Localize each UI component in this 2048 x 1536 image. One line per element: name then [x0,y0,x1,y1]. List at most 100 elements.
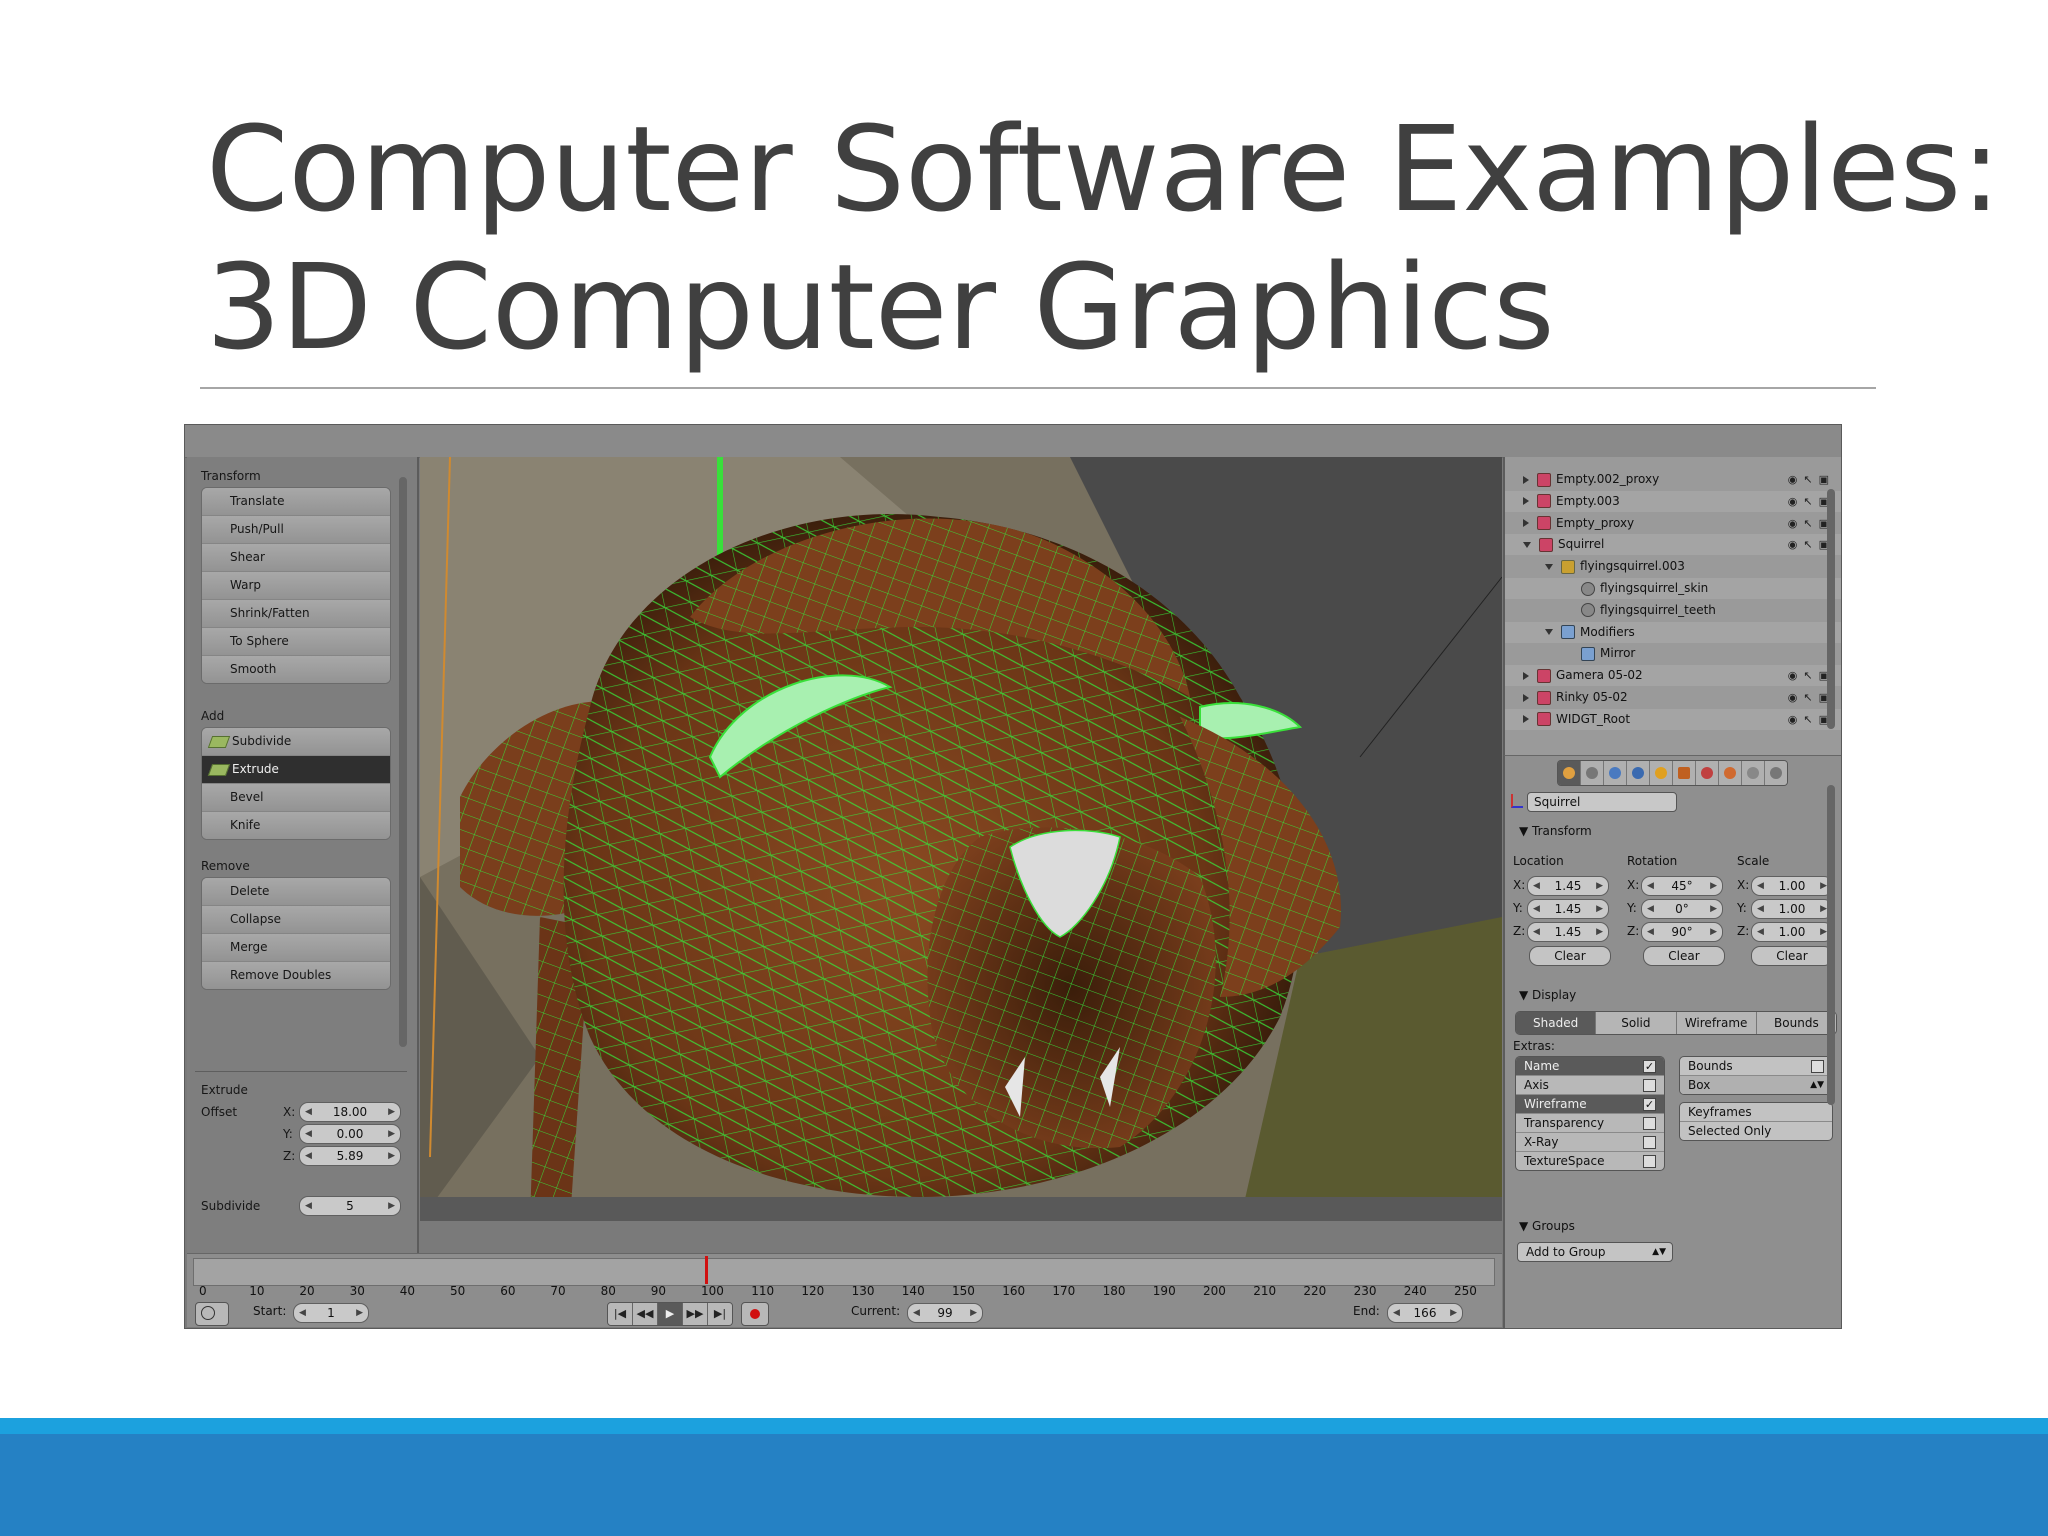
outliner-row[interactable]: Modifiers [1505,621,1841,643]
extras-option[interactable]: Wireframe ✓ [1516,1095,1664,1114]
selected-only-toggle[interactable]: Selected Only [1680,1122,1832,1140]
expand-right-icon[interactable] [1523,671,1529,680]
push-pull-button[interactable]: Push/Pull [202,516,390,544]
bevel-button[interactable]: Bevel [202,784,390,812]
tab-constraints[interactable] [1581,761,1604,785]
tab-data[interactable] [1627,761,1650,785]
outliner-row[interactable]: WIDGT_Root ◉↖▣ [1505,708,1841,730]
offset-y-field[interactable]: ◀ 0.00 ▶ [299,1124,401,1144]
play-button[interactable]: ▶ [658,1303,683,1325]
groups-panel-header[interactable]: ▼ Groups [1519,1219,1575,1233]
checkbox-unchecked[interactable] [1643,1117,1656,1130]
subdivide-count-field[interactable]: ◀ 5 ▶ [299,1196,401,1216]
checkbox-checked[interactable]: ✓ [1643,1098,1656,1111]
expand-down-icon[interactable] [1545,629,1553,636]
extrude-button[interactable]: Extrude [202,756,390,784]
display-wireframe-option[interactable]: Wireframe [1676,1012,1757,1034]
bounds-type-select[interactable]: Box ▲▼ [1680,1076,1832,1094]
offset-x-field[interactable]: ◀ 18.00 ▶ [299,1102,401,1122]
properties-scrollbar[interactable] [1827,785,1835,1105]
bounds-checkbox[interactable] [1811,1060,1824,1073]
display-panel-header[interactable]: ▼ Display [1519,988,1576,1002]
add-to-group-button[interactable]: Add to Group ▲▼ [1517,1242,1673,1262]
display-shaded-option[interactable]: Shaded [1516,1012,1597,1034]
outliner-row[interactable]: Rinky 05-02 ◉↖▣ [1505,687,1841,708]
tab-texture[interactable] [1673,761,1696,785]
tab-modifiers[interactable] [1604,761,1627,785]
record-button[interactable] [741,1302,769,1326]
extras-option[interactable]: Name ✓ [1516,1057,1664,1076]
outliner-row[interactable]: Empty_proxy ◉↖▣ [1505,513,1841,534]
timeline-track[interactable] [193,1258,1495,1286]
expand-right-icon[interactable] [1523,519,1529,528]
visibility-icons[interactable]: ◉↖▣ [1788,469,1835,490]
tool-shelf-scrollbar[interactable] [399,477,407,1047]
location-x-field[interactable]: ◀ 1.45 ▶ [1527,876,1609,896]
jump-start-button[interactable]: |◀ [608,1303,633,1325]
outliner-row[interactable]: Mirror [1505,643,1841,664]
delete-button[interactable]: Delete [202,878,390,906]
checkbox-unchecked[interactable] [1643,1155,1656,1168]
outliner-row[interactable]: flyingsquirrel_skin [1505,578,1841,599]
outliner-row[interactable]: flyingsquirrel.003 [1505,556,1841,577]
end-frame-field[interactable]: ◀ 166 ▶ [1387,1303,1463,1323]
rotation-y-field[interactable]: ◀ 0° ▶ [1641,899,1723,919]
translate-button[interactable]: Translate [202,488,390,516]
remove-doubles-button[interactable]: Remove Doubles [202,962,390,989]
display-bounds-option[interactable]: Bounds [1756,1012,1836,1034]
tab-scene[interactable] [1742,761,1765,785]
shear-button[interactable]: Shear [202,544,390,572]
current-frame-field[interactable]: ◀ 99 ▶ [907,1303,983,1323]
outliner-row[interactable]: flyingsquirrel_teeth [1505,600,1841,621]
3d-viewport[interactable] [420,457,1502,1221]
scale-z-field[interactable]: ◀ 1.00 ▶ [1751,922,1833,942]
outliner-row[interactable]: Empty.003 ◉↖▣ [1505,490,1841,512]
timeline-view-menu[interactable] [195,1302,229,1326]
warp-button[interactable]: Warp [202,572,390,600]
tab-particles[interactable] [1696,761,1719,785]
transform-panel-header[interactable]: ▼ Transform [1519,824,1592,838]
rotation-z-field[interactable]: ◀ 90° ▶ [1641,922,1723,942]
fast-forward-button[interactable]: ▶▶ [683,1303,708,1325]
object-name-field[interactable]: Squirrel [1527,792,1677,812]
keyframes-toggle[interactable]: Keyframes [1680,1103,1832,1122]
scale-x-field[interactable]: ◀ 1.00 ▶ [1751,876,1833,896]
subdivide-button[interactable]: Subdivide [202,728,390,756]
expand-down-icon[interactable] [1523,541,1531,548]
expand-right-icon[interactable] [1523,715,1529,724]
smooth-button[interactable]: Smooth [202,656,390,683]
start-frame-field[interactable]: ◀ 1 ▶ [293,1303,369,1323]
expand-down-icon[interactable] [1545,563,1553,570]
clear-location-button[interactable]: Clear [1529,946,1611,966]
scale-y-field[interactable]: ◀ 1.00 ▶ [1751,899,1833,919]
extras-option[interactable]: Transparency [1516,1114,1664,1133]
location-z-field[interactable]: ◀ 1.45 ▶ [1527,922,1609,942]
expand-right-icon[interactable] [1523,693,1529,702]
location-y-field[interactable]: ◀ 1.45 ▶ [1527,899,1609,919]
extras-option[interactable]: X-Ray [1516,1133,1664,1152]
rotation-x-field[interactable]: ◀ 45° ▶ [1641,876,1723,896]
shrink-fatten-button[interactable]: Shrink/Fatten [202,600,390,628]
to-sphere-button[interactable]: To Sphere [202,628,390,656]
checkbox-checked[interactable]: ✓ [1643,1060,1656,1073]
expand-right-icon[interactable] [1523,497,1529,506]
collapse-button[interactable]: Collapse [202,906,390,934]
outliner-row[interactable]: Gamera 05-02 ◉↖▣ [1505,665,1841,687]
outliner-row[interactable]: Empty.002_proxy ◉↖▣ [1505,469,1841,490]
checkbox-unchecked[interactable] [1643,1136,1656,1149]
tab-physics[interactable] [1719,761,1742,785]
clear-scale-button[interactable]: Clear [1751,946,1833,966]
checkbox-unchecked[interactable] [1643,1079,1656,1092]
outliner-scrollbar[interactable] [1827,489,1835,729]
extras-option[interactable]: Axis [1516,1076,1664,1095]
tab-material[interactable] [1650,761,1673,785]
bounds-toggle[interactable]: Bounds [1680,1057,1832,1076]
extras-option[interactable]: TextureSpace [1516,1152,1664,1170]
display-solid-option[interactable]: Solid [1596,1012,1677,1034]
tab-object[interactable] [1558,761,1581,785]
merge-button[interactable]: Merge [202,934,390,962]
tab-render[interactable] [1765,761,1787,785]
expand-right-icon[interactable] [1523,475,1529,484]
rewind-button[interactable]: ◀◀ [633,1303,658,1325]
outliner-row[interactable]: Squirrel ◉↖▣ [1505,534,1841,556]
